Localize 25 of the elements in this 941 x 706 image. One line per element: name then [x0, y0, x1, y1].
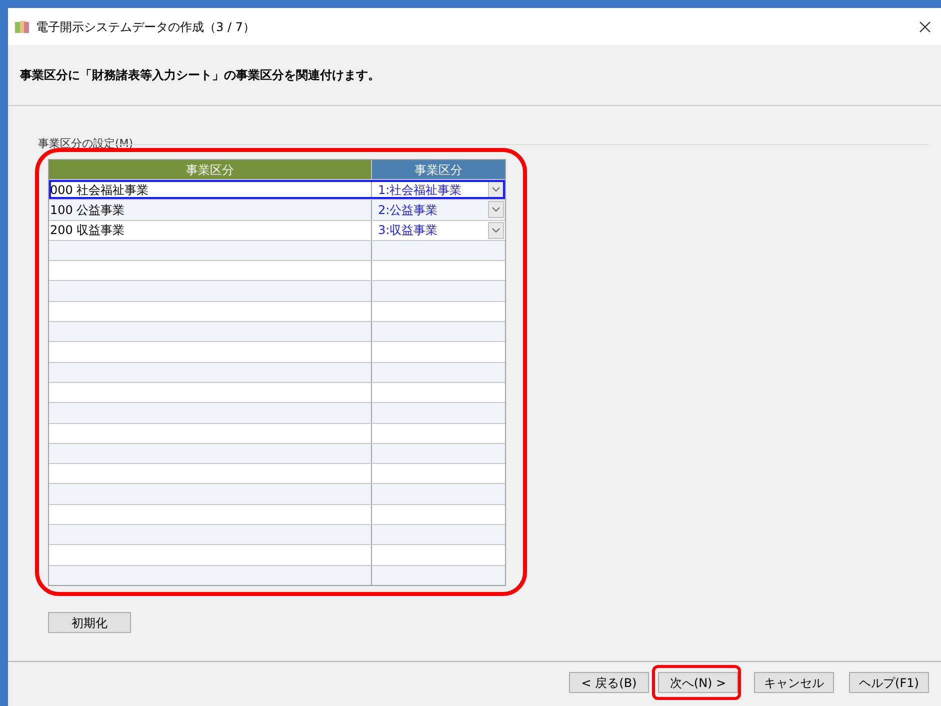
chevron-down-icon	[492, 207, 500, 212]
chevron-down-icon	[492, 228, 500, 233]
dialog-button[interactable]: 次へ(N) >	[658, 672, 738, 693]
table-cell-text: 100 公益事業	[50, 202, 125, 219]
table-row[interactable]: 000 社会福祉事業 1:社会福祉事業	[49, 179, 505, 200]
table-cell-text: 000 社会福祉事業	[50, 182, 149, 199]
instruction-text: 事業区分に「財務諸表等入力シート」の事業区分を関連付けます。	[20, 67, 380, 84]
dropdown-value[interactable]: 2:公益事業	[378, 200, 488, 219]
dropdown-value[interactable]: 3:収益事業	[378, 221, 488, 240]
dialog-button[interactable]: ヘルプ(F1)	[849, 672, 929, 693]
dropdown-value[interactable]: 1:社会福祉事業	[378, 180, 488, 199]
dialog-button[interactable]: < 戻る(B)	[569, 672, 649, 693]
table-row[interactable]: 200 収益事業 3:収益事業	[49, 220, 505, 240]
column-header: 事業区分	[372, 160, 505, 179]
reset-button[interactable]: 初期化	[48, 612, 131, 633]
dropdown-button[interactable]	[488, 201, 504, 218]
app-icon	[14, 18, 30, 34]
column-header: 事業区分	[49, 160, 372, 179]
window-title: 電子開示システムデータの作成（3 / 7）	[36, 18, 255, 36]
close-icon[interactable]	[919, 20, 931, 32]
table-row[interactable]: 100 公益事業 2:公益事業	[49, 199, 505, 220]
dialog-button[interactable]: キャンセル	[754, 672, 834, 693]
chevron-down-icon	[492, 187, 500, 192]
dropdown-button[interactable]	[488, 222, 504, 239]
table-cell-text: 200 収益事業	[50, 222, 125, 240]
